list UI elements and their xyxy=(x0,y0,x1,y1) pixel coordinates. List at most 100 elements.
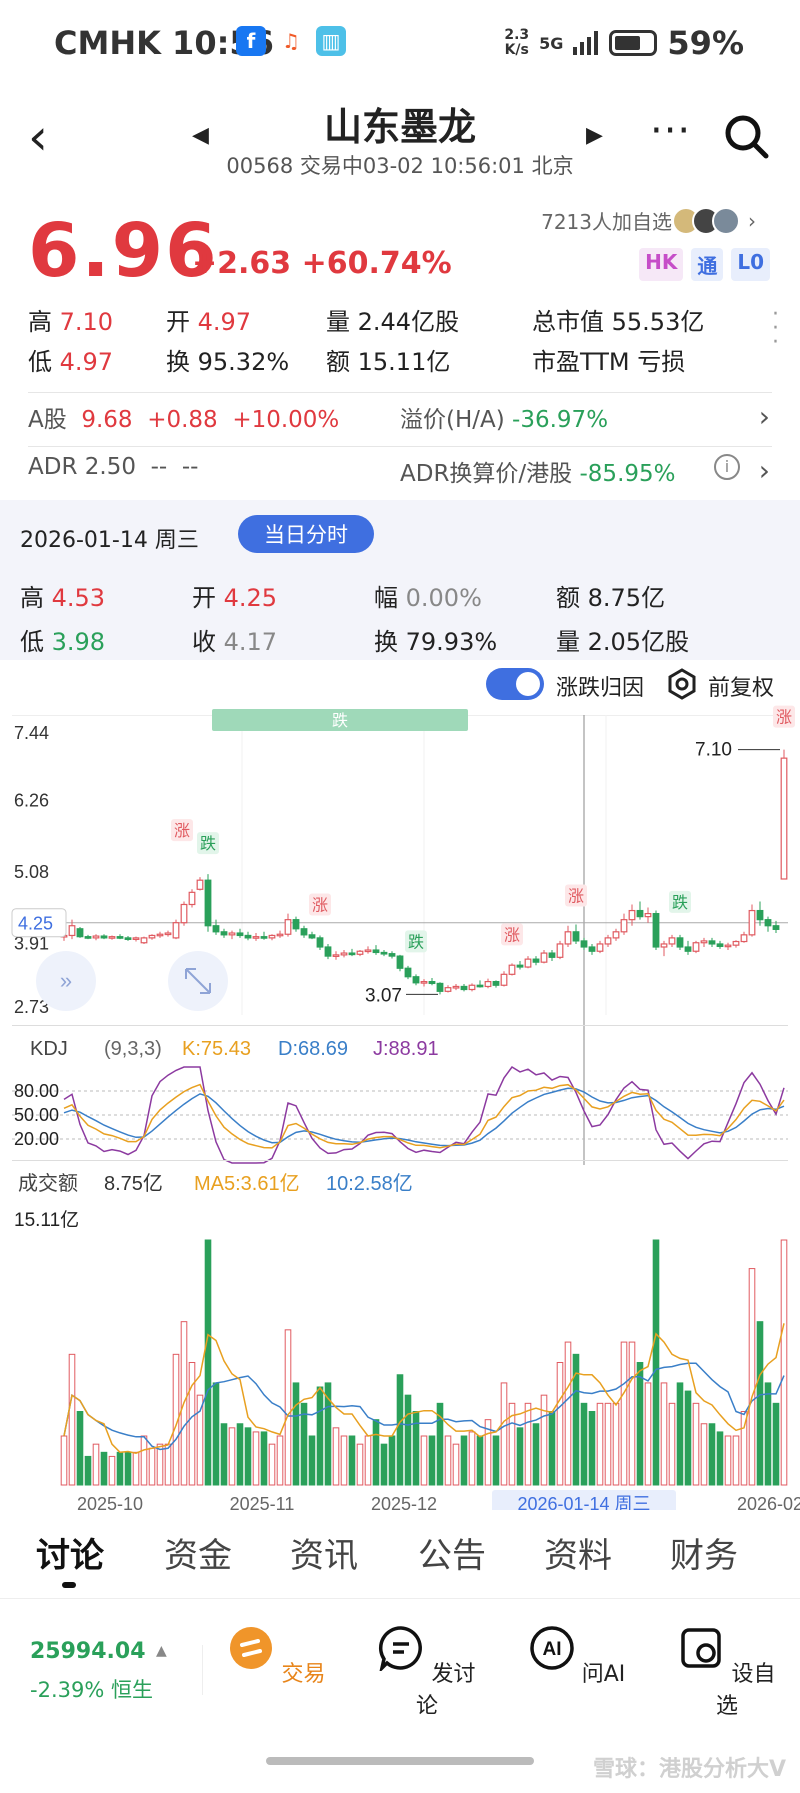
volume-bar xyxy=(564,1341,572,1486)
svg-text:AI: AI xyxy=(542,1639,561,1660)
post-discussion-button[interactable]: 发讨论 xyxy=(372,1625,482,1720)
ask-ai-button[interactable]: AI 问AI xyxy=(522,1625,632,1688)
volume-divider xyxy=(12,1160,788,1161)
kdj-tick-label: 20.00 xyxy=(14,1129,59,1149)
kline-chart[interactable]: 7.446.265.083.912.73跌跌涨涨跌 涨涨 跌涨4.257.103.0… xyxy=(0,705,800,1510)
volume-bar xyxy=(252,1431,260,1486)
volume-bar xyxy=(444,1435,452,1486)
volume-bar xyxy=(548,1411,556,1486)
index-value: 25994.04 xyxy=(30,1639,146,1664)
a-share-row[interactable]: A股 9.68 +0.88 +10.00% 溢价(H/A) -36.97% › xyxy=(28,400,770,434)
volume-bar xyxy=(428,1435,436,1486)
intraday-button[interactable]: 当日分时 xyxy=(238,515,374,553)
attribution-label: 涨跌归因 xyxy=(556,676,645,701)
volume-bar xyxy=(76,1411,84,1486)
info-icon[interactable]: i xyxy=(714,454,740,480)
candle-body xyxy=(468,984,476,991)
volume-bar xyxy=(348,1435,356,1486)
content-tabs: 讨论 资金 资讯 公告 资料 财务 xyxy=(0,1510,800,1590)
volume-bar xyxy=(60,1435,68,1486)
tab-news[interactable]: 资讯 xyxy=(290,1528,358,1577)
volume-bar xyxy=(380,1443,388,1486)
candle-body xyxy=(180,903,188,924)
candle-body xyxy=(732,940,740,946)
day-low: 低 3.98 xyxy=(20,628,106,656)
candle-body xyxy=(580,940,588,948)
active-tab-indicator xyxy=(62,1582,76,1588)
candle-body xyxy=(212,925,220,933)
volume-bar xyxy=(660,1382,668,1486)
candle-body xyxy=(132,937,140,940)
next-stock-icon[interactable]: ▶ xyxy=(586,123,603,148)
kdj-params: (9,3,3) xyxy=(104,1038,162,1060)
volume-bar xyxy=(292,1382,300,1486)
volume-bar xyxy=(308,1435,316,1486)
volume-max-label: 15.11亿 xyxy=(14,1209,79,1231)
candle-body xyxy=(276,933,284,937)
tab-profile[interactable]: 资料 xyxy=(544,1528,612,1577)
tab-financials[interactable]: 财务 xyxy=(670,1528,738,1577)
volume-bar xyxy=(420,1435,428,1486)
candle-body xyxy=(324,946,332,957)
index-change: -2.39% 恒生 xyxy=(30,1678,153,1702)
volume-bar xyxy=(316,1386,324,1486)
trade-button[interactable]: 交易 xyxy=(222,1625,332,1688)
double-chevron-icon: » xyxy=(60,968,72,993)
network-5g: 5G xyxy=(539,33,564,53)
candle-body xyxy=(780,757,788,880)
volume-bar xyxy=(692,1402,700,1486)
volume-bar xyxy=(756,1321,764,1486)
event-tag: 涨 xyxy=(776,709,792,727)
volume-bar xyxy=(276,1435,284,1486)
selected-date: 2026-01-14 周三 xyxy=(20,528,199,553)
candle-body xyxy=(380,951,388,955)
volume-bar xyxy=(148,1447,156,1486)
net-speed: 2.3 K/s xyxy=(504,27,530,58)
candle-body xyxy=(308,934,316,939)
divider xyxy=(28,446,772,447)
kdj-value-d: D:68.69 xyxy=(278,1038,348,1060)
more-dots-icon[interactable]: ··· xyxy=(650,108,691,154)
adjust-gear-icon[interactable] xyxy=(666,668,698,700)
search-icon[interactable] xyxy=(722,112,770,160)
candle-body xyxy=(244,934,252,939)
home-indicator[interactable] xyxy=(266,1757,534,1765)
book-icon: ▥ xyxy=(316,26,346,56)
add-watchlist-button[interactable]: 设自选 xyxy=(672,1625,782,1720)
day-high: 高 4.53 xyxy=(20,584,106,612)
candle-body xyxy=(612,931,620,939)
volume-bar xyxy=(260,1431,268,1486)
volume-bar xyxy=(580,1402,588,1486)
candle-body xyxy=(716,943,724,947)
event-band-label: 跌 xyxy=(332,712,348,730)
kdj-value-k: K:75.43 xyxy=(182,1038,251,1060)
candle-body xyxy=(316,937,324,948)
candle-body xyxy=(108,936,116,939)
adr-row[interactable]: ADR 2.50 -- -- ADR换算价/港股 -85.95% i › xyxy=(28,454,770,487)
volume-bar xyxy=(652,1239,660,1486)
event-tag: 跌 xyxy=(672,894,688,912)
tab-discuss[interactable]: 讨论 xyxy=(36,1528,104,1577)
volume-latest: 8.75亿 xyxy=(104,1172,163,1195)
candle-body xyxy=(492,981,500,986)
candle-body xyxy=(556,943,564,958)
day-open: 开 4.25 xyxy=(192,584,278,612)
battery-percent: 59% xyxy=(667,24,744,62)
tab-funds[interactable]: 资金 xyxy=(164,1528,232,1577)
candle-body xyxy=(172,922,180,939)
candle-body xyxy=(668,937,676,945)
attribution-toggle[interactable] xyxy=(486,668,544,700)
tab-announcements[interactable]: 公告 xyxy=(418,1528,486,1577)
x-tick-label: 2025-11 xyxy=(230,1494,295,1510)
bottom-bar: 25994.04 ▲ -2.39% 恒生 交易 发讨论 AI 问AI 设自选 雪… xyxy=(0,1598,800,1793)
volume-bar xyxy=(676,1382,684,1486)
badge-connect: 通 xyxy=(691,248,724,281)
volume-bar xyxy=(516,1427,524,1486)
day-detail-panel: 2026-01-14 周三 当日分时 高 4.53 开 4.25 幅 0.00%… xyxy=(0,500,800,660)
volume-bar xyxy=(612,1402,620,1486)
index-ticker[interactable]: 25994.04 ▲ -2.39% 恒生 xyxy=(30,1639,167,1704)
candle-body xyxy=(436,982,444,992)
expand-dots-icon[interactable]: · · · xyxy=(772,304,779,354)
watchers[interactable]: 7213人加自选 › xyxy=(541,206,756,235)
adjust-label[interactable]: 前复权 xyxy=(708,670,774,702)
